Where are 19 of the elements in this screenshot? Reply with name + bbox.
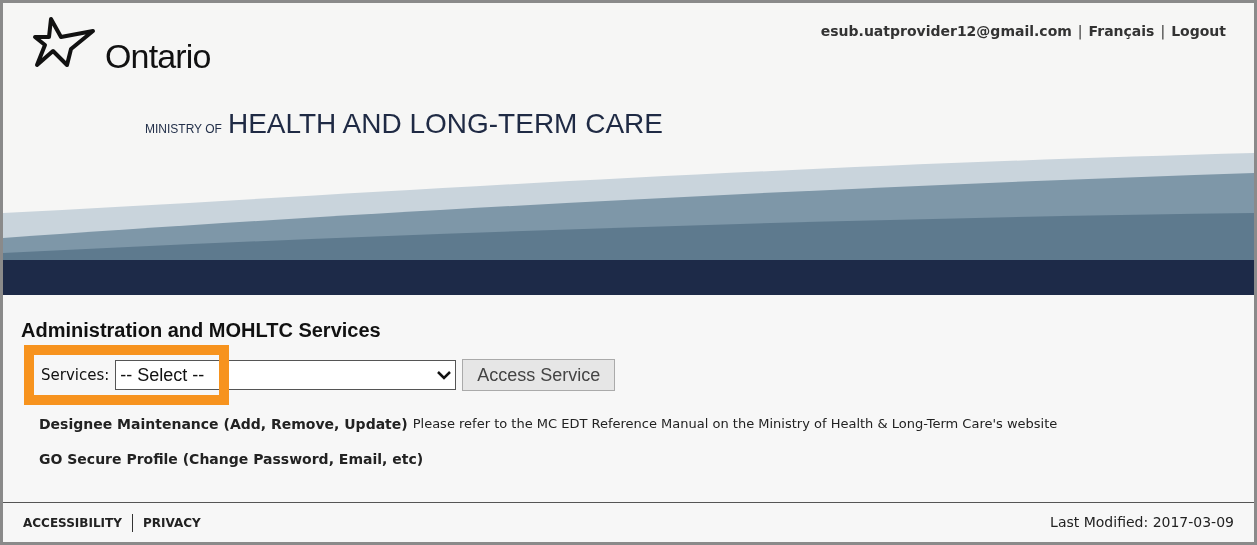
- services-label: Services:: [41, 364, 110, 386]
- section-heading: Administration and MOHLTC Services: [21, 318, 382, 343]
- chevron-down-icon: [437, 370, 452, 380]
- separator: |: [1160, 22, 1166, 42]
- ministry-name: HEALTH AND LONG-TERM CARE: [227, 107, 663, 141]
- header-link[interactable]: Français: [1088, 21, 1155, 73]
- header-link[interactable]: esub.uatprovider12@gmail.com: [820, 21, 1072, 73]
- services-select[interactable]: -- Select --: [115, 360, 457, 390]
- ministry-prefix: MINISTRY OF: [145, 121, 222, 138]
- service-link[interactable]: Designee Maintenance (Add, Remove, Update): [39, 414, 408, 435]
- ontario-logo-text: Ontario: [105, 39, 211, 73]
- footer-link[interactable]: ACCESSIBILITY: [23, 513, 132, 532]
- last-modified: Last Modified: 2017-03-09: [1050, 513, 1234, 532]
- service-link[interactable]: GO Secure Profile (Change Password, Email, etc): [39, 449, 424, 470]
- footer-link[interactable]: PRIVACY: [131, 513, 211, 532]
- header-link[interactable]: Logout: [1171, 21, 1226, 73]
- separator: |: [1077, 22, 1083, 42]
- note-text: Please refer to the MC EDT Reference Manual on the Ministry of Health & Long-Term Care's website: [412, 415, 1058, 433]
- access-service-button[interactable]: Access Service: [462, 359, 616, 391]
